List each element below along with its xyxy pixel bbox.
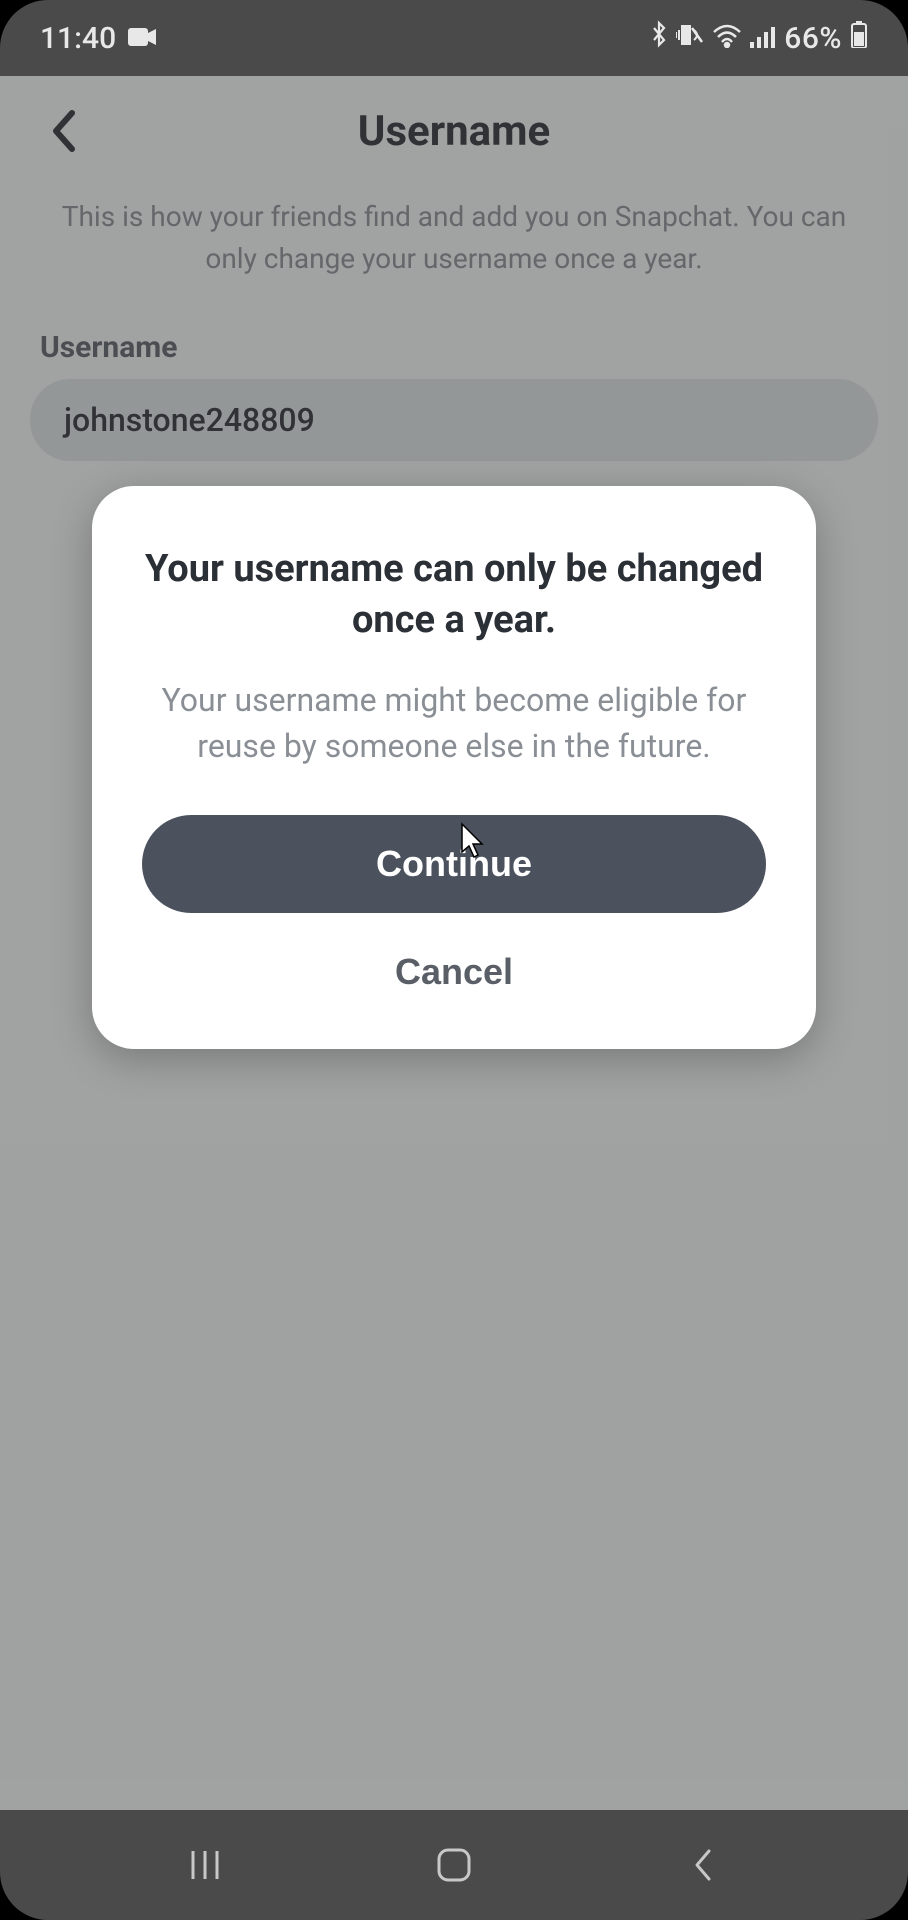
cancel-button[interactable]: Cancel [142, 913, 766, 1003]
page-content: Username This is how your friends find a… [0, 76, 908, 1810]
continue-button[interactable]: Continue [142, 815, 766, 913]
dialog-body: Your username might become eligible for … [142, 677, 766, 816]
status-left: 11:40 [40, 21, 158, 56]
recents-icon [187, 1847, 223, 1883]
bluetooth-icon [650, 20, 668, 56]
status-right: 66% [650, 20, 868, 56]
status-bar: 11:40 66% [0, 0, 908, 76]
vibrate-icon [676, 21, 704, 56]
recents-button[interactable] [175, 1835, 235, 1895]
nav-back-icon [689, 1845, 717, 1885]
home-icon [434, 1845, 474, 1885]
nav-back-button[interactable] [673, 1835, 733, 1895]
system-nav-bar [0, 1810, 908, 1920]
battery-icon [850, 20, 868, 56]
status-time: 11:40 [40, 21, 116, 56]
signal-icon [750, 21, 776, 56]
dialog-title: Your username can only be changed once a… [142, 544, 766, 677]
wifi-icon [712, 21, 742, 56]
battery-percent: 66% [784, 21, 842, 56]
video-icon [128, 21, 158, 56]
confirm-dialog: Your username can only be changed once a… [92, 486, 816, 1049]
home-button[interactable] [424, 1835, 484, 1895]
